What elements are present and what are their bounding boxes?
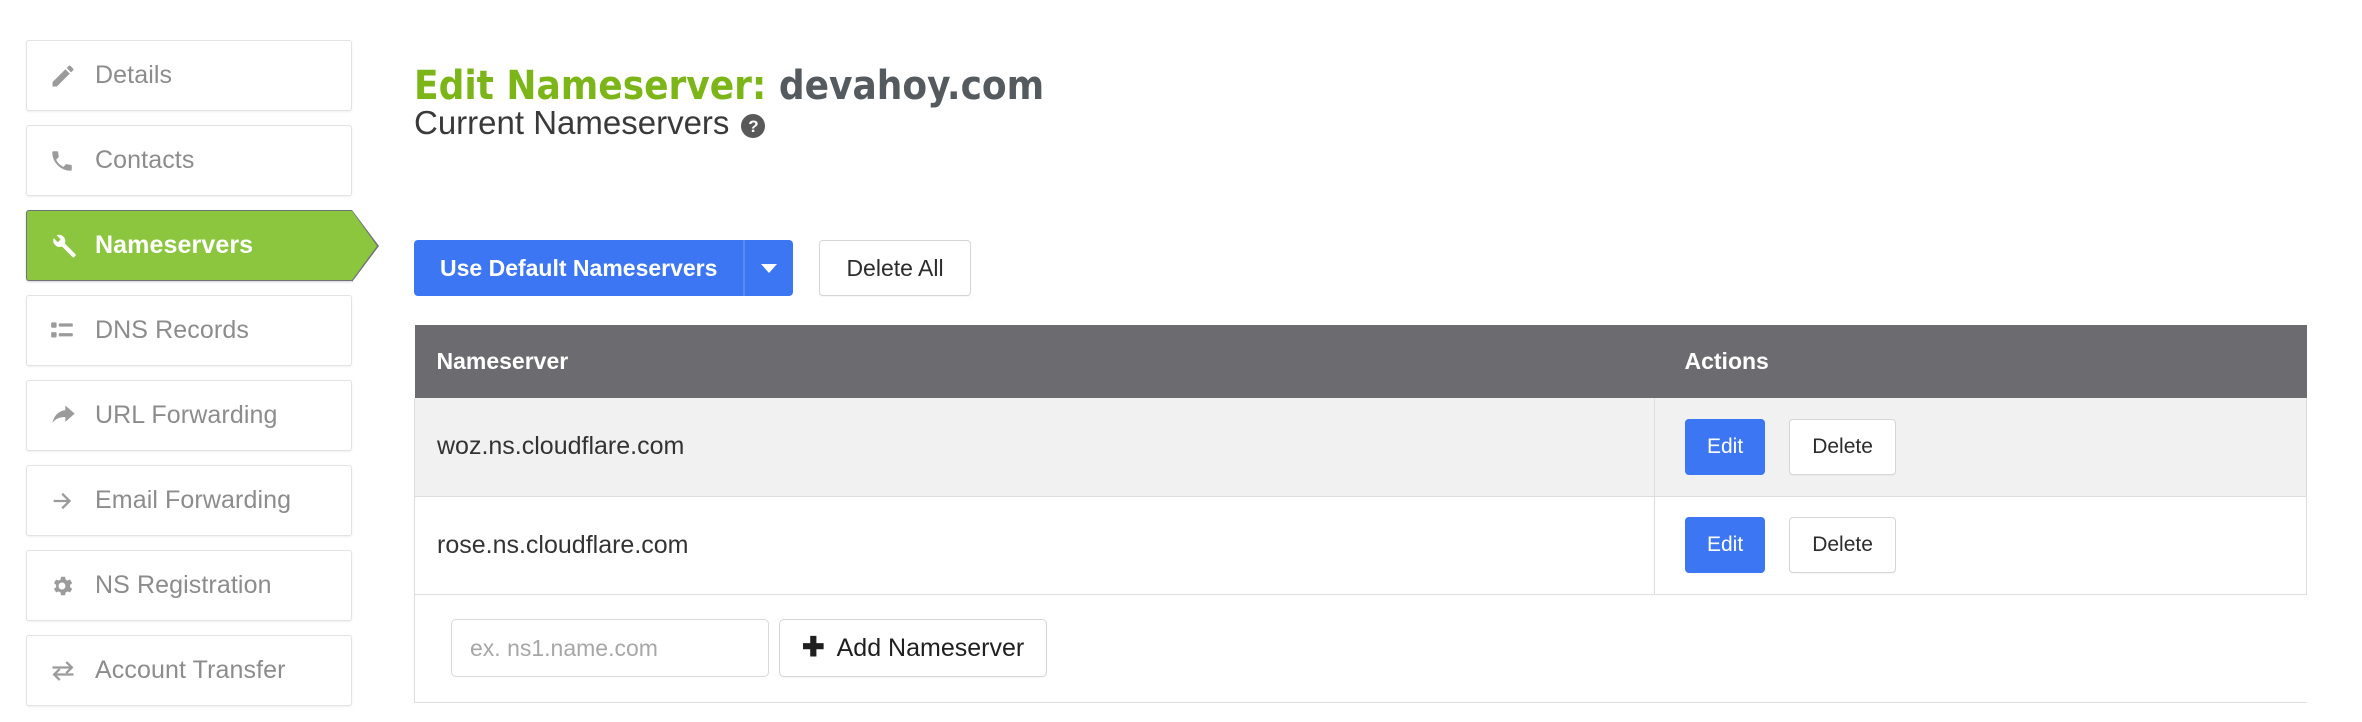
arrow-right-icon — [49, 487, 95, 515]
column-header-actions: Actions — [1654, 325, 2307, 398]
page-title: Edit Nameserver: devahoy.com — [414, 63, 1044, 109]
table-head: Nameserver Actions — [414, 325, 2307, 398]
gear-icon — [49, 573, 95, 599]
cell-add-nameserver: ✚ Add Nameserver — [414, 594, 2307, 703]
sidebar-item-contacts[interactable]: Contacts — [26, 125, 352, 196]
sidebar-item-label: Details — [95, 61, 173, 89]
share-arrow-icon — [49, 402, 95, 430]
table-row: woz.ns.cloudflare.com Edit Delete — [414, 398, 2307, 497]
edit-button[interactable]: Edit — [1685, 517, 1766, 573]
list-icon — [49, 318, 95, 344]
page-root: Details Contacts Nameservers DNS Records — [0, 0, 2362, 722]
row-action-group: Edit Delete — [1685, 418, 2306, 475]
cell-actions: Edit Delete — [1654, 398, 2307, 497]
use-default-nameservers-split-button[interactable]: Use Default Nameservers — [414, 240, 794, 296]
cell-nameserver: woz.ns.cloudflare.com — [414, 398, 1655, 497]
sidebar-item-nameservers[interactable]: Nameservers — [26, 210, 379, 282]
column-header-nameserver: Nameserver — [414, 325, 1655, 398]
page-title-domain: devahoy.com — [778, 62, 1045, 109]
sidebar-item-account-transfer[interactable]: Account Transfer — [26, 635, 352, 706]
sidebar-item-label: URL Forwarding — [95, 401, 278, 429]
sidebar-item-dns-records[interactable]: DNS Records — [26, 295, 352, 366]
main-content: Edit Nameserver: devahoy.com Current Nam… — [414, 0, 2362, 722]
edit-button[interactable]: Edit — [1685, 418, 1766, 475]
sidebar-item-email-forwarding[interactable]: Email Forwarding — [26, 465, 352, 536]
sidebar-item-url-forwarding[interactable]: URL Forwarding — [26, 380, 352, 451]
toolbar: Use Default Nameservers Delete All — [414, 240, 971, 296]
sidebar-item-label: Email Forwarding — [95, 486, 292, 514]
delete-all-button[interactable]: Delete All — [819, 240, 971, 296]
delete-button[interactable]: Delete — [1789, 418, 1896, 475]
add-nameserver-group: ✚ Add Nameserver — [437, 619, 2307, 677]
pencil-icon — [49, 62, 95, 90]
sidebar: Details Contacts Nameservers DNS Records — [26, 40, 379, 720]
wrench-icon — [49, 232, 95, 260]
delete-button[interactable]: Delete — [1789, 517, 1896, 573]
plus-icon: ✚ — [802, 631, 825, 662]
add-nameserver-button-label: Add Nameserver — [836, 633, 1025, 662]
chevron-down-icon — [761, 263, 778, 273]
sidebar-item-ns-registration[interactable]: NS Registration — [26, 550, 352, 621]
nameservers-table: Nameserver Actions woz.ns.cloudflare.com… — [414, 325, 2307, 703]
section-heading-label: Current Nameservers — [414, 104, 730, 141]
section-heading: Current Nameservers ? — [414, 104, 766, 142]
cell-nameserver: rose.ns.cloudflare.com — [414, 496, 1655, 595]
table-body: woz.ns.cloudflare.com Edit Delete rose.n… — [414, 398, 2307, 703]
sidebar-item-details[interactable]: Details — [26, 40, 352, 111]
add-nameserver-row: ✚ Add Nameserver — [414, 594, 2307, 703]
sidebar-item-label: Contacts — [95, 146, 195, 174]
sidebar-item-label: Nameservers — [95, 231, 254, 259]
row-action-group: Edit Delete — [1685, 517, 2306, 573]
add-nameserver-input[interactable] — [451, 619, 769, 677]
use-default-nameservers-button[interactable]: Use Default Nameservers — [414, 240, 743, 296]
sidebar-item-label: Account Transfer — [95, 656, 286, 684]
cell-actions: Edit Delete — [1654, 496, 2307, 595]
sidebar-item-label: NS Registration — [95, 571, 272, 599]
sidebar-item-label: DNS Records — [95, 316, 249, 344]
table-row: rose.ns.cloudflare.com Edit Delete — [414, 496, 2307, 595]
use-default-dropdown-toggle[interactable] — [743, 240, 793, 296]
table-header-row: Nameserver Actions — [414, 325, 2307, 398]
page-title-prefix: Edit Nameserver: — [414, 62, 767, 109]
help-icon[interactable]: ? — [741, 114, 766, 138]
add-nameserver-button[interactable]: ✚ Add Nameserver — [779, 619, 1048, 677]
exchange-arrows-icon — [49, 657, 95, 685]
phone-icon — [49, 148, 95, 174]
